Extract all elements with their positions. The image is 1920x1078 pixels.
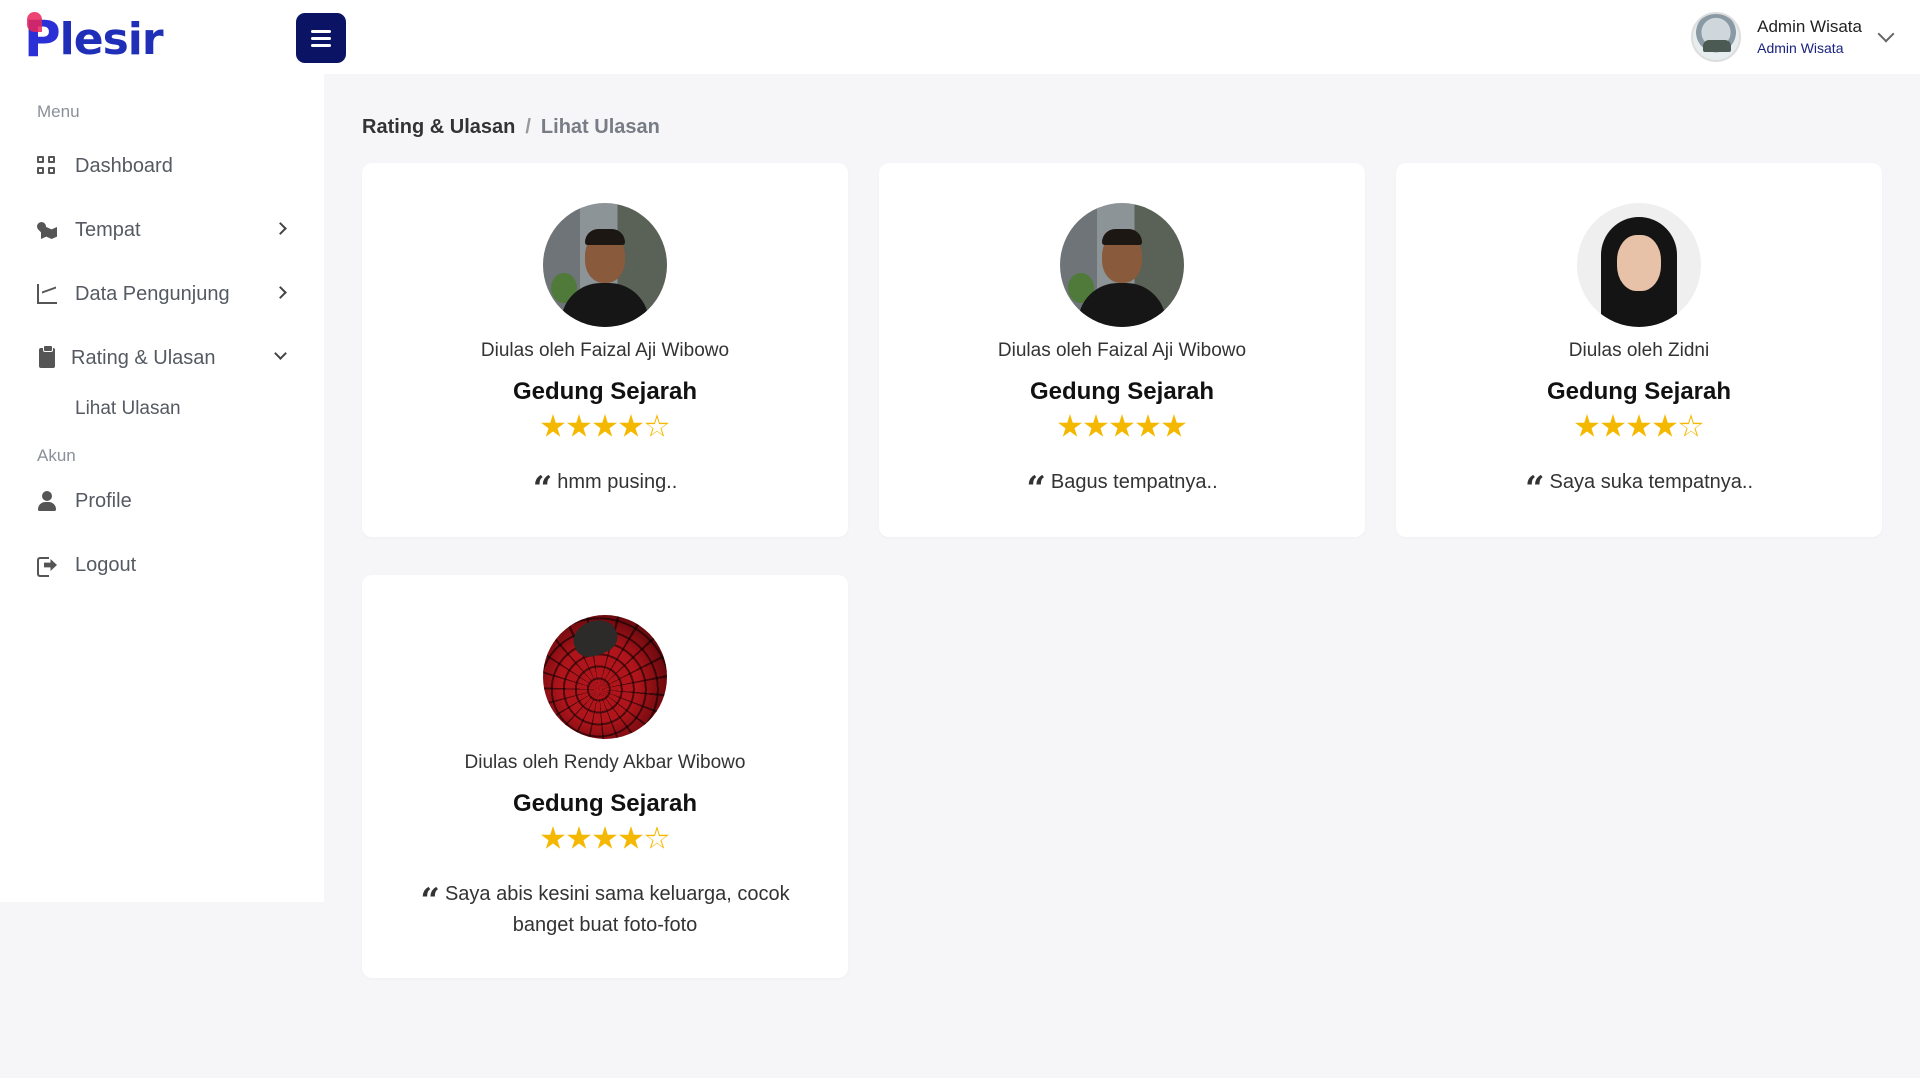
menu-toggle-button[interactable] [296, 13, 346, 63]
user-menu[interactable]: Admin Wisata Admin Wisata [1691, 12, 1895, 62]
star-empty-icon [645, 826, 670, 851]
plesir-logo[interactable]: Plesir [24, 10, 164, 68]
reviewer-avatar [543, 203, 667, 327]
star-filled-icon [541, 414, 565, 437]
user-icon [37, 491, 57, 511]
reviewer-avatar [1060, 203, 1184, 327]
review-comment: “Bagus tempatnya.. [929, 468, 1315, 509]
hamburger-icon [311, 29, 331, 47]
sidebar-item-label: Profile [75, 489, 132, 512]
review-comment-text: Saya abis kesini sama keluarga, cocok ba… [444, 883, 790, 936]
chevron-down-icon [1877, 25, 1895, 43]
place-name: Gedung Sejarah [1029, 378, 1215, 405]
review-comment: “Saya abis kesini sama keluarga, cocok b… [412, 880, 798, 940]
star-filled-icon [593, 414, 617, 437]
star-filled-icon [1601, 414, 1625, 437]
review-comment-text: hmm pusing.. [557, 471, 678, 493]
review-comment-text: Bagus tempatnya.. [1050, 471, 1218, 493]
star-filled-icon [619, 826, 643, 849]
breadcrumb-separator: / [525, 116, 531, 138]
sidebar-item-tempat[interactable]: Tempat [35, 210, 295, 250]
breadcrumb-parent[interactable]: Rating & Ulasan [362, 116, 515, 139]
quote-icon: “ [1026, 469, 1045, 509]
star-filled-icon [1575, 414, 1599, 437]
user-name: Admin Wisata [1757, 17, 1862, 36]
chevron-down-icon [274, 347, 287, 360]
star-filled-icon [567, 826, 591, 849]
clipboard-icon [39, 345, 55, 368]
map-marker-icon [35, 220, 57, 240]
sidebar: Menu Dashboard Tempat Data Pengunjung Ra… [0, 74, 324, 902]
star-filled-icon [567, 414, 591, 437]
reviewer-avatar [1577, 203, 1701, 327]
account-heading: Akun [37, 446, 76, 465]
quote-icon: “ [420, 881, 439, 921]
sidebar-item-logout[interactable]: Logout [37, 545, 295, 585]
quote-icon: “ [1524, 469, 1544, 509]
reviewer-name: Diulas oleh Faizal Aji Wibowo [480, 340, 730, 361]
sidebar-item-rating-ulasan[interactable]: Rating & Ulasan [37, 338, 295, 378]
top-bar: Plesir Admin Wisata Admin Wisata [0, 0, 1920, 74]
review-card: Diulas oleh Faizal Aji Wibowo Gedung Sej… [362, 163, 848, 537]
sidebar-item-dashboard[interactable]: Dashboard [37, 146, 295, 186]
logo-letter: P [24, 10, 61, 68]
star-rating [879, 414, 1365, 439]
place-name: Gedung Sejarah [1546, 378, 1732, 405]
breadcrumb: Rating & Ulasan / Lihat Ulasan [362, 116, 660, 139]
grid-icon [37, 156, 57, 176]
sidebar-subitem-lihat-ulasan[interactable]: Lihat Ulasan [75, 398, 181, 420]
user-info: Admin Wisata Admin Wisata [1757, 16, 1862, 58]
star-filled-icon [1084, 414, 1108, 437]
line-chart-icon [37, 284, 57, 304]
chevron-right-icon [274, 222, 287, 235]
star-empty-icon [645, 414, 670, 439]
star-filled-icon [1653, 414, 1677, 437]
sidebar-item-label: Dashboard [75, 154, 173, 177]
review-card: Diulas oleh Rendy Akbar Wibowo Gedung Se… [362, 575, 848, 978]
review-card: Diulas oleh Faizal Aji Wibowo Gedung Sej… [879, 163, 1365, 537]
avatar [1691, 12, 1742, 62]
place-name: Gedung Sejarah [512, 378, 698, 405]
star-filled-icon [1627, 414, 1651, 437]
quote-icon: “ [532, 469, 552, 509]
logout-icon [37, 555, 57, 577]
review-comment: “hmm pusing.. [412, 468, 798, 509]
menu-heading: Menu [37, 102, 80, 121]
logo-text: lesir [59, 13, 164, 65]
reviewer-name: Diulas oleh Zidni [1568, 340, 1710, 361]
star-filled-icon [593, 826, 617, 849]
star-rating [362, 826, 848, 851]
star-rating [362, 414, 848, 439]
sidebar-item-profile[interactable]: Profile [37, 481, 295, 521]
star-rating [1396, 414, 1882, 439]
breadcrumb-current: Lihat Ulasan [540, 116, 660, 138]
star-filled-icon [1136, 414, 1160, 437]
star-filled-icon [1058, 414, 1082, 437]
star-empty-icon [1679, 414, 1704, 439]
sidebar-item-label: Tempat [75, 218, 141, 241]
star-filled-icon [1110, 414, 1134, 437]
review-comment: “Saya suka tempatnya.. [1446, 468, 1832, 509]
sidebar-item-label: Logout [75, 553, 137, 576]
reviewer-name: Diulas oleh Rendy Akbar Wibowo [464, 752, 746, 773]
chevron-right-icon [274, 286, 287, 299]
place-name: Gedung Sejarah [512, 790, 698, 817]
reviewer-name: Diulas oleh Faizal Aji Wibowo [997, 340, 1247, 361]
star-filled-icon [541, 826, 565, 849]
sidebar-item-label: Rating & Ulasan [71, 346, 216, 369]
sidebar-item-data-pengunjung[interactable]: Data Pengunjung [37, 274, 295, 314]
sidebar-item-label: Data Pengunjung [75, 282, 230, 305]
user-role: Admin Wisata [1757, 40, 1844, 56]
star-filled-icon [1162, 414, 1186, 437]
review-card: Diulas oleh Zidni Gedung Sejarah “Saya s… [1396, 163, 1882, 537]
reviewer-avatar [543, 615, 667, 739]
star-filled-icon [619, 414, 643, 437]
review-comment-text: Saya suka tempatnya.. [1549, 471, 1753, 493]
